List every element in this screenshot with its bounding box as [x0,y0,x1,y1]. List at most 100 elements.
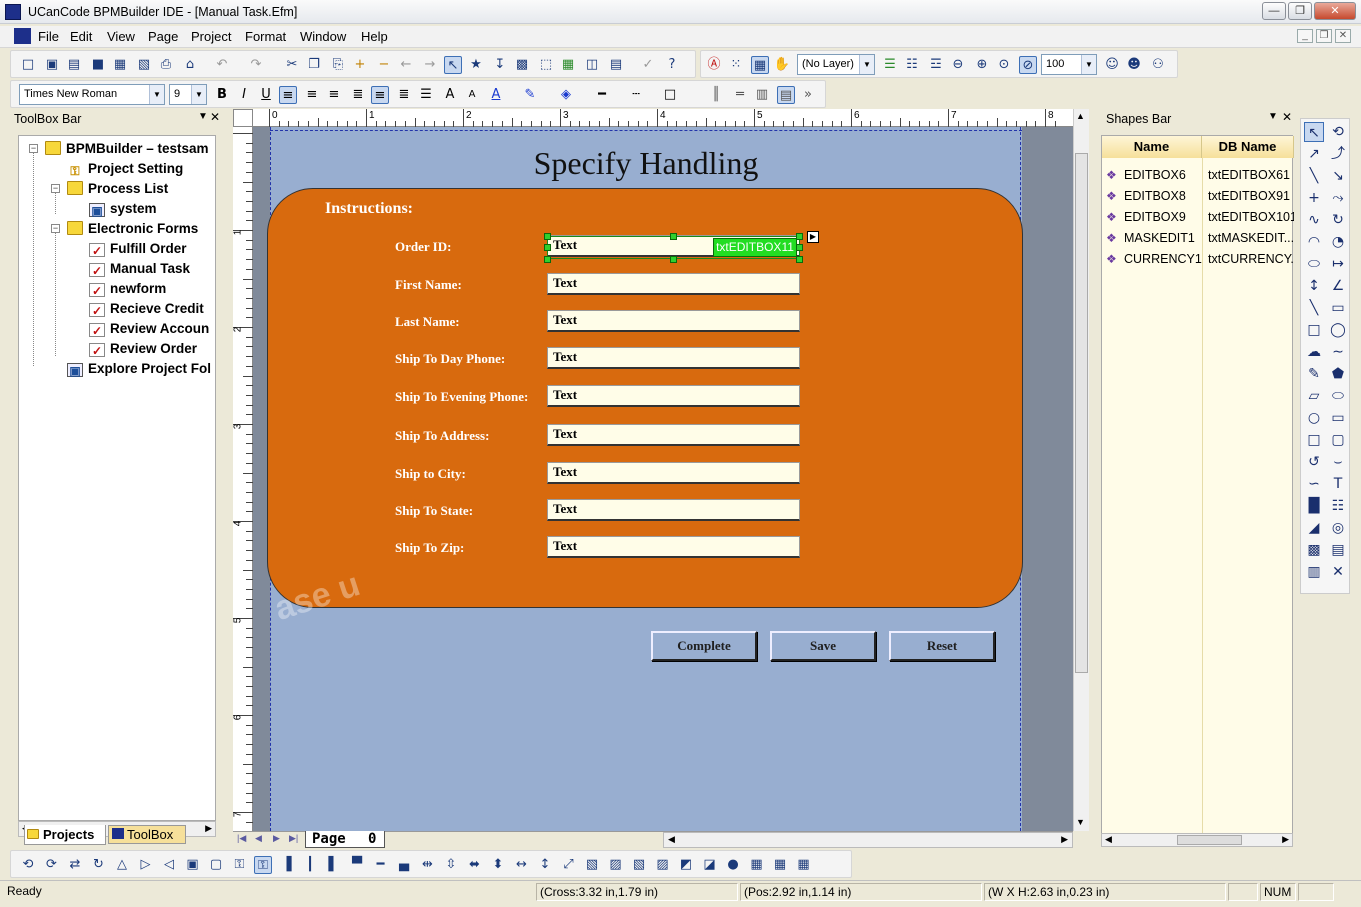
curve-icon[interactable]: ∿ [1304,210,1324,230]
rounded-rect-icon[interactable]: ▢ [1328,430,1348,450]
rotate-select-icon[interactable]: ⟲ [1328,122,1348,142]
check-icon[interactable]: ✓ [639,56,657,74]
underline-icon[interactable]: U [257,86,275,104]
tree-item[interactable]: Process List [67,179,168,199]
tree-item[interactable]: ✓ Manual Task [89,259,190,279]
menu-edit[interactable]: Edit [70,29,92,44]
bezier-icon[interactable]: ⌣ [1328,452,1348,472]
hand-icon[interactable]: ✋ [773,56,791,74]
align-left-icon[interactable]: ▐ [278,856,296,874]
menu-project[interactable]: Project [191,29,231,44]
grid-bottom-icon[interactable]: ▤ [777,86,795,104]
new-icon[interactable]: □ [19,56,37,74]
minimize-button[interactable]: — [1262,2,1286,20]
first-page-icon[interactable]: |◀ [237,833,246,844]
ellipse-icon[interactable]: ⬭ [1304,254,1324,274]
font-shrink-icon[interactable]: A [463,86,481,104]
align-center-icon[interactable]: ≡ [303,86,321,104]
forward-icon[interactable]: → [421,56,439,74]
cut-icon[interactable]: ✂ [283,56,301,74]
tree-item[interactable]: ▣ system [89,199,157,219]
align-right-icon[interactable]: ▌ [325,856,343,874]
connector-icon[interactable]: ⤳ [1328,188,1348,208]
text-field[interactable]: Text [547,462,800,484]
send-backward-icon[interactable]: ▨ [654,856,672,874]
select-mode-icon[interactable]: ↖ [444,56,462,74]
line-icon[interactable]: ╲ [1304,166,1324,186]
space-down-icon[interactable]: ⇳ [442,856,460,874]
close-panel-icon[interactable]: ✕ [210,110,220,124]
tree-item[interactable]: ▣ Explore Project Fol [67,359,211,379]
tree-item[interactable]: ✓ newform [89,279,166,299]
line-style-icon[interactable]: ┄ [627,86,645,104]
grid-rows-icon[interactable]: ═ [731,86,749,104]
tree-item[interactable]: BPMBuilder – testsam [45,139,209,159]
last-page-icon[interactable]: ▶| [289,833,298,844]
layer-props-icon[interactable]: ☷ [903,56,921,74]
border-icon[interactable]: □ [661,86,679,104]
pen-icon[interactable]: ✎ [1304,364,1324,384]
layout-icon[interactable]: ◫ [583,56,601,74]
picture-icon[interactable]: ▩ [1304,540,1324,560]
mirror-icon[interactable]: ◁ [160,856,178,874]
mdi-close-button[interactable]: ✕ [1335,29,1351,43]
list-icon[interactable]: ☰ [417,86,435,104]
spiral-icon[interactable]: ↻ [1328,210,1348,230]
group-icon[interactable]: ▣ [184,856,202,874]
link-mode-icon[interactable]: ★ [467,56,485,74]
table-icon[interactable]: ▥ [1304,562,1324,582]
col-header-dbname[interactable]: DB Name [1202,136,1294,158]
rotate-free-icon[interactable]: ↻ [90,856,108,874]
send-back-icon[interactable]: ▨ [607,856,625,874]
font-name-combo[interactable]: Times New Roman ▼ [19,84,165,105]
same-size-icon[interactable]: ⤢ [560,856,578,874]
layer-down-icon[interactable]: ◪ [701,856,719,874]
new-form-icon[interactable]: ▣ [43,56,61,74]
center-v-icon[interactable]: ⬍ [489,856,507,874]
scroll-up-icon[interactable]: ▲ [1076,111,1085,121]
collapse-toggle[interactable]: − [51,224,60,233]
link-line-icon[interactable]: ╲ [1304,298,1324,318]
oval-icon[interactable]: ⬭ [1328,386,1348,406]
grid-snap-icon[interactable]: ▦ [748,856,766,874]
freehand-icon[interactable]: ∼ [1328,342,1348,362]
fill-color-icon[interactable]: ◈ [557,86,575,104]
page-tab[interactable]: Page 0 [305,831,385,848]
resize-handle[interactable] [796,256,803,263]
text-field[interactable]: Text [547,499,800,521]
zoom-in-icon[interactable]: ⊕ [973,56,991,74]
pin-icon[interactable]: ▼ [198,111,208,122]
zoom-fit-icon[interactable]: ⊙ [995,56,1013,74]
grid-cols-icon[interactable]: ║ [707,86,725,104]
scroll-thumb[interactable] [1075,153,1088,673]
close-panel-icon[interactable]: ✕ [1282,110,1292,124]
font-size-combo[interactable]: 9 ▼ [169,84,207,105]
callout-icon[interactable]: □ [1304,320,1324,340]
table-row[interactable]: ❖ MASKEDIT1 txtMASKEDIT... [1102,228,1294,249]
angle-dim-icon[interactable]: ∠ [1328,276,1348,296]
text-field[interactable]: Text [547,536,800,558]
tab-order-icon[interactable]: ▦ [795,856,813,874]
text-field[interactable]: Text [547,310,800,332]
align-top-icon[interactable]: ▀ [348,856,366,874]
copy-icon[interactable]: ❐ [305,56,323,74]
lock-icon[interactable]: ⚿ [231,856,249,874]
paste-icon[interactable]: ⎘ [329,56,347,74]
align-center-h-icon[interactable]: ┃ [301,856,319,874]
align-middle-v-icon[interactable]: ━ [372,856,390,874]
align-bottom-icon[interactable]: ≣ [395,86,413,104]
maximize-button[interactable]: ❐ [1288,2,1312,20]
bring-front-icon[interactable]: ▧ [583,856,601,874]
resize-handle[interactable] [670,233,677,240]
form-field-icon[interactable]: ▤ [1328,540,1348,560]
barcode-icon[interactable]: █ [1304,496,1324,516]
center-h-icon[interactable]: ⬌ [466,856,484,874]
flip-icon[interactable]: ⇄ [66,856,84,874]
table-row[interactable]: ❖ EDITBOX6 txtEDITBOX61 [1102,165,1294,186]
grid-icon[interactable]: ▤ [607,56,625,74]
scroll-thumb[interactable] [1177,835,1242,845]
align-top-icon[interactable]: ≣ [349,86,367,104]
grid-select-icon[interactable]: ⬚ [537,56,555,74]
undo-icon[interactable]: ↶ [213,56,231,74]
table-row[interactable]: ❖ CURRENCY1 txtCURRENCY... [1102,249,1294,270]
